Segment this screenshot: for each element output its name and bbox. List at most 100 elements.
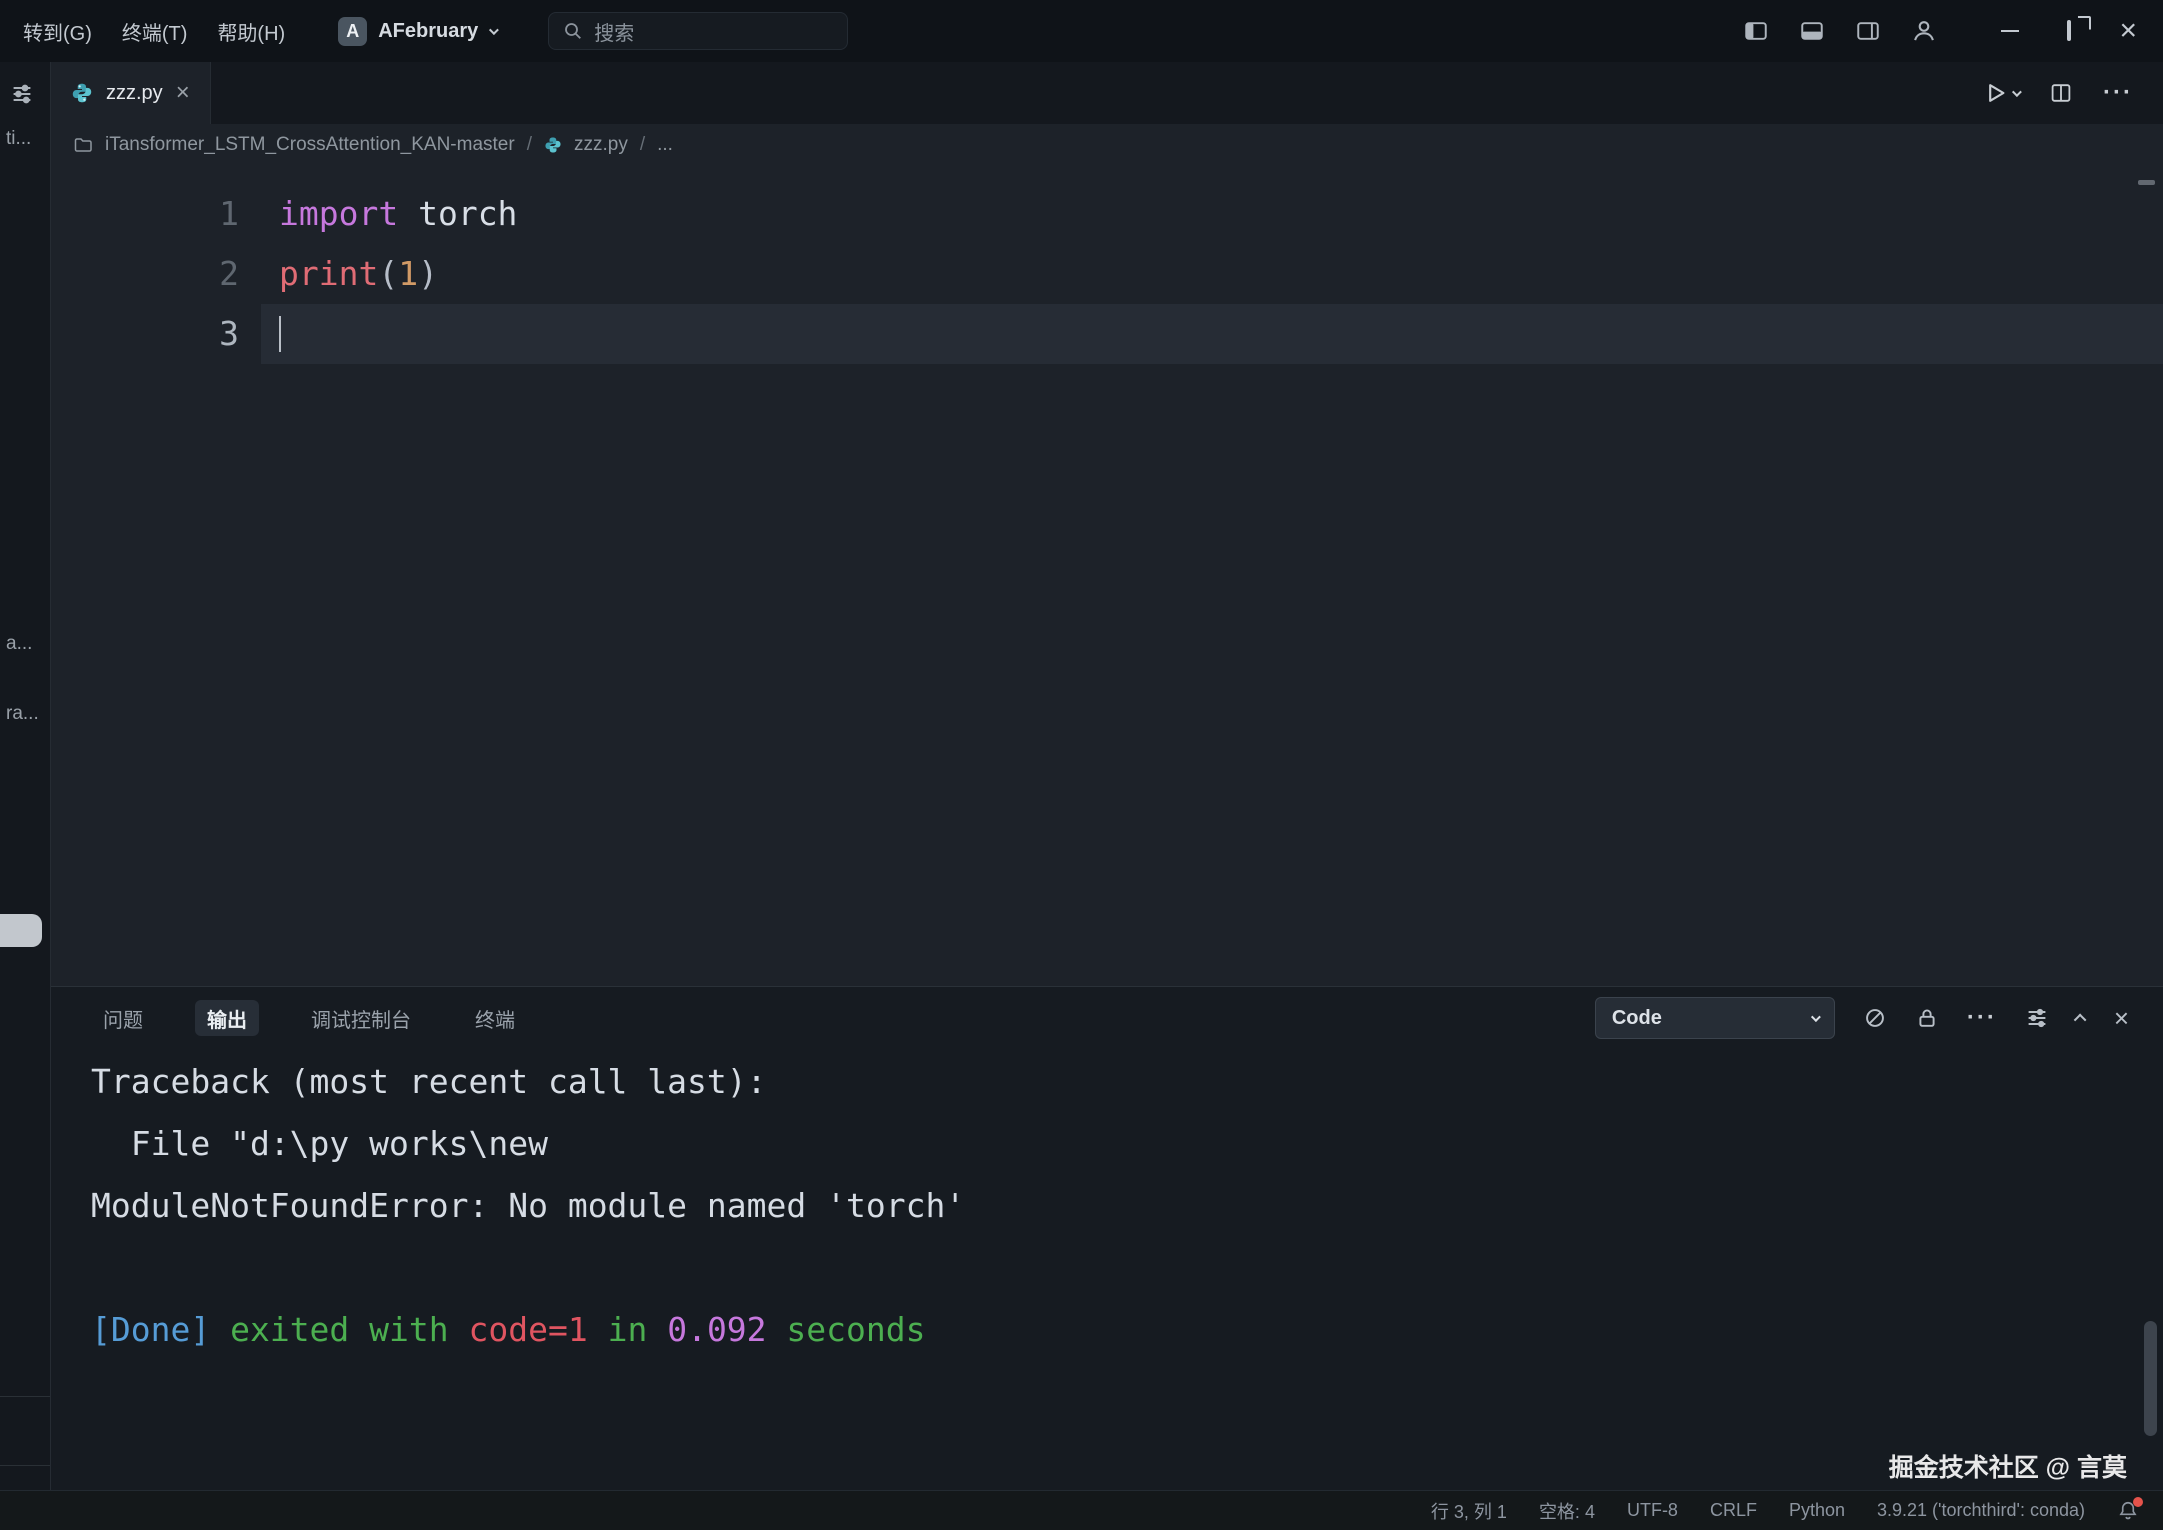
output-line [91, 1237, 2163, 1299]
menu-item[interactable]: 转到(G) [8, 17, 107, 46]
status-item[interactable]: CRLF [1710, 1500, 1757, 1521]
status-items: 行 3, 列 1 空格: 4 UTF-8 CRLF Python 3.9.21 ('tor… [1431, 1498, 2085, 1524]
tab-label: zzz.py [106, 82, 163, 105]
output-segment: in [588, 1310, 667, 1349]
status-item[interactable]: 空格: 4 [1539, 1498, 1595, 1524]
text-cursor [279, 316, 281, 352]
code-token: ) [418, 254, 438, 293]
code-token: import [279, 194, 398, 233]
output-line: [Done] exited with code=1 in 0.092 secon… [91, 1299, 2163, 1361]
status-item[interactable]: UTF-8 [1627, 1500, 1678, 1521]
vscode-window: 转到(G)终端(T)帮助(H) A AFebruary 搜索 [0, 0, 2163, 1530]
panel-tab[interactable]: 调试控制台 [299, 1000, 423, 1036]
overview-ruler-mark [2138, 180, 2155, 185]
main-area: ti... a... ra... zzz.py × [0, 62, 2163, 1490]
menu-item[interactable]: 终端(T) [107, 17, 203, 46]
scrollbar-thumb[interactable] [2144, 1321, 2157, 1436]
sidebar-strip: ti... a... ra... [0, 62, 51, 1490]
panel-tab[interactable]: 问题 [91, 1000, 155, 1036]
status-item[interactable]: 3.9.21 ('torchthird': conda) [1877, 1500, 2085, 1521]
maximize-panel-icon[interactable] [2074, 1013, 2087, 1026]
output-segment: ModuleNotFoundError: No module named 'to… [91, 1186, 965, 1225]
code-line[interactable]: 1import torch [51, 184, 2163, 244]
selected-tree-item[interactable] [0, 914, 42, 947]
filter-icon[interactable] [10, 82, 34, 106]
filter-icon[interactable] [2025, 1006, 2049, 1030]
code-token: print [279, 254, 378, 293]
status-item[interactable]: Python [1789, 1500, 1845, 1521]
search-icon [563, 21, 583, 41]
profile-label: AFebruary [378, 20, 478, 43]
output-line: File "d:\py works\new [91, 1113, 2163, 1175]
code-line-text [261, 304, 2163, 364]
more-actions-icon[interactable]: ··· [2103, 79, 2133, 107]
tab-zzz-py[interactable]: zzz.py × [51, 62, 211, 124]
chevron-down-icon [1811, 1012, 1821, 1022]
toggle-panel-icon[interactable] [1799, 18, 1825, 44]
clear-output-icon[interactable] [1863, 1006, 1887, 1030]
code-line[interactable]: 3 [51, 304, 2163, 364]
tab-close-icon[interactable]: × [176, 81, 190, 105]
output-channel-select[interactable]: Code [1595, 997, 1835, 1039]
output-segment: [Done] [91, 1310, 210, 1349]
tab-bar: zzz.py × ··· [51, 62, 2163, 124]
minimize-icon [2001, 30, 2019, 32]
menu-bar: 转到(G)终端(T)帮助(H) [0, 17, 300, 46]
output-segment: exited with [210, 1310, 468, 1349]
folder-icon [73, 135, 93, 155]
output-segment: 0.092 [667, 1310, 766, 1349]
divider [0, 1396, 50, 1397]
breadcrumb-root[interactable]: iTansformer_LSTM_CrossAttention_KAN-mast… [105, 134, 515, 156]
split-editor-icon[interactable] [2049, 81, 2073, 105]
toggle-secondary-sidebar-icon[interactable] [1855, 18, 1881, 44]
python-file-icon [71, 82, 93, 104]
panel-tab[interactable]: 终端 [463, 1000, 527, 1036]
output-line: Traceback (most recent call last): [91, 1051, 2163, 1113]
lock-scroll-icon[interactable] [1915, 1006, 1939, 1030]
run-dropdown-chevron-icon[interactable] [2012, 87, 2022, 97]
restore-button[interactable] [2067, 22, 2071, 40]
breadcrumb: iTansformer_LSTM_CrossAttention_KAN-mast… [51, 124, 2163, 166]
notification-badge [2133, 1497, 2143, 1507]
panel-actions: Code ··· [1595, 997, 2129, 1039]
close-panel-icon[interactable]: × [2114, 1005, 2129, 1031]
run-button[interactable] [1983, 81, 2019, 105]
breadcrumb-separator: / [527, 134, 532, 156]
notifications-button[interactable] [2117, 1500, 2139, 1522]
output-segment: seconds [767, 1310, 926, 1349]
titlebar-right: × [1743, 16, 2163, 46]
code-area[interactable]: 1import torch2print(1)3 [51, 166, 2163, 986]
menu-item[interactable]: 帮助(H) [202, 17, 300, 46]
tree-item-fragment[interactable]: ra... [6, 703, 39, 725]
status-item[interactable]: 行 3, 列 1 [1431, 1498, 1507, 1524]
code-line[interactable]: 2print(1) [51, 244, 2163, 304]
statusbar: 行 3, 列 1 空格: 4 UTF-8 CRLF Python 3.9.21 ('tor… [0, 1490, 2163, 1530]
accounts-icon[interactable] [1911, 18, 1937, 44]
profile-menu[interactable]: A AFebruary [338, 17, 496, 46]
chevron-down-icon [489, 25, 499, 35]
code-token: torch [398, 194, 517, 233]
tree-item-fragment[interactable]: ti... [6, 128, 31, 150]
tree-item-fragment[interactable]: a... [6, 633, 32, 655]
close-window-button[interactable]: × [2119, 16, 2137, 46]
output-segment: Traceback (most recent call last): [91, 1062, 767, 1101]
output-segment: code=1 [469, 1310, 588, 1349]
more-actions-icon[interactable]: ··· [1967, 1004, 1997, 1032]
search-input[interactable]: 搜索 [548, 12, 848, 50]
editor-group: zzz.py × ··· [51, 62, 2163, 1490]
toggle-primary-sidebar-icon[interactable] [1743, 18, 1769, 44]
breadcrumb-file[interactable]: zzz.py [574, 134, 628, 156]
code-token: ( [378, 254, 398, 293]
code-token: 1 [398, 254, 418, 293]
line-number: 3 [51, 304, 261, 364]
python-file-icon [544, 136, 562, 154]
minimize-button[interactable] [2001, 30, 2019, 32]
panel-tab-bar: 问题 输出 调试控制台 终端 [91, 1000, 567, 1036]
code-line-text: import torch [261, 184, 2163, 244]
run-icon [1983, 81, 2007, 105]
panel-header: 问题 输出 调试控制台 终端 Code [51, 987, 2163, 1049]
output-channel-value: Code [1612, 1007, 1662, 1030]
search-placeholder: 搜索 [594, 17, 634, 46]
panel-tab[interactable]: 输出 [195, 1000, 259, 1036]
breadcrumb-symbol[interactable]: ... [657, 134, 673, 156]
